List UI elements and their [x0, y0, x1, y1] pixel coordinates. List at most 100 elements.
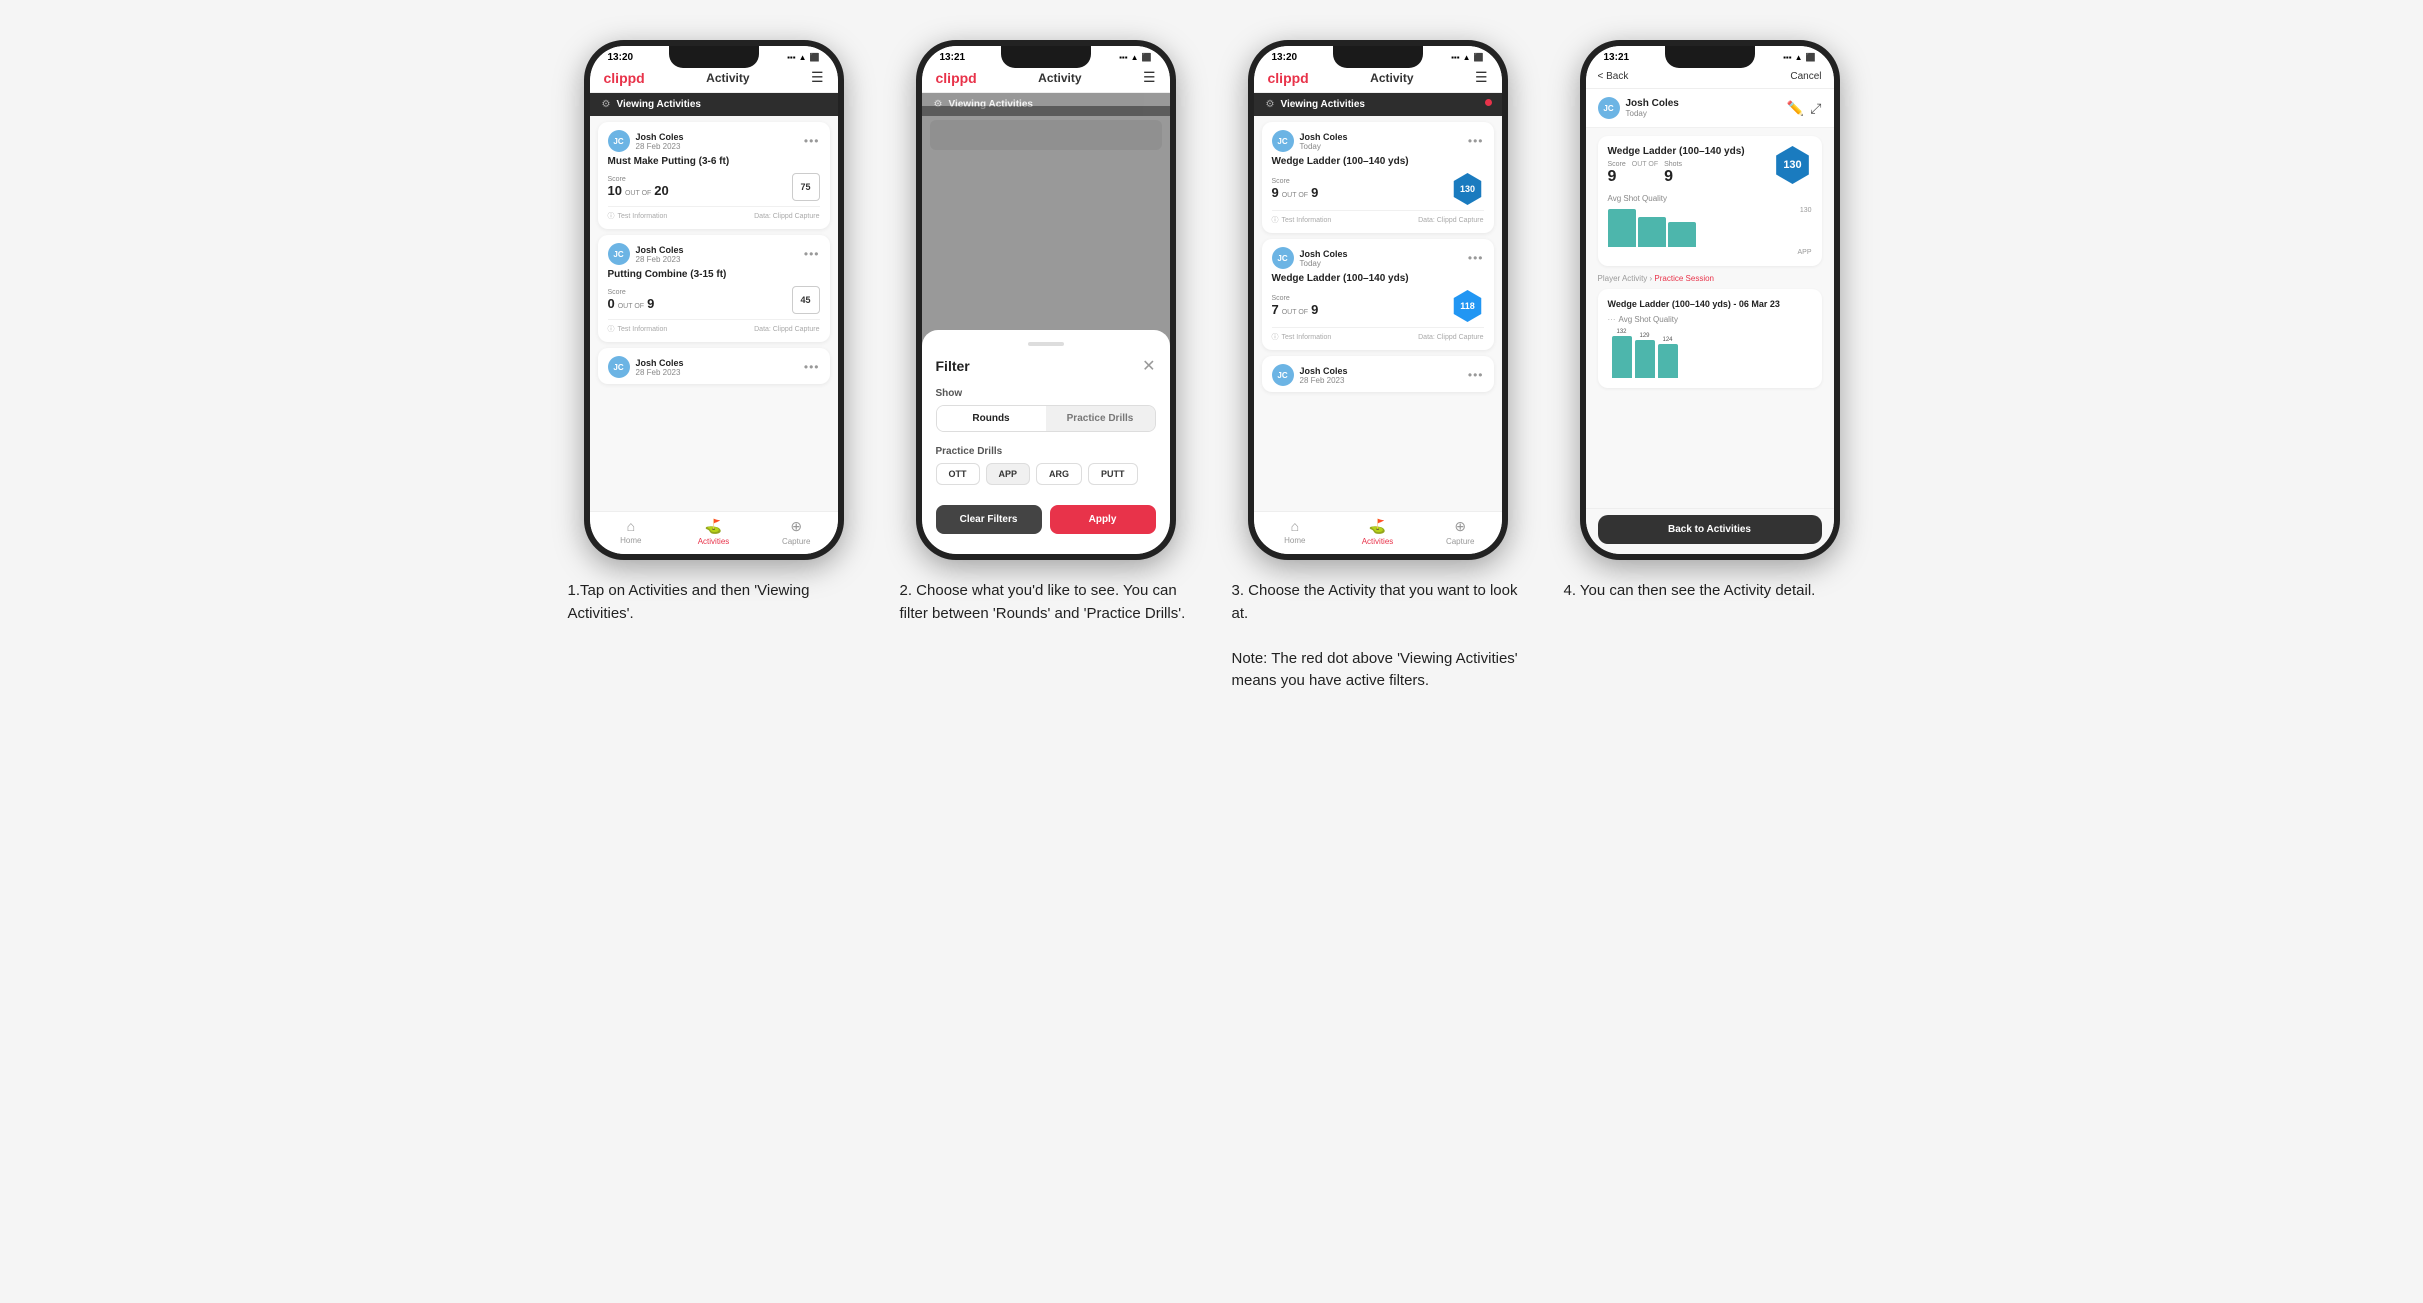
drills-label-2: Practice Drills — [936, 446, 1156, 457]
card-user-info-1-3: JC Josh Coles 28 Feb 2023 — [608, 356, 684, 378]
phone-notch-3 — [1333, 46, 1423, 68]
tab-rounds-2[interactable]: Rounds — [937, 406, 1046, 431]
user-date-1-3: 28 Feb 2023 — [636, 368, 684, 377]
filter-icon-3: ⚙ — [1266, 99, 1275, 110]
modal-close-2[interactable]: ✕ — [1142, 356, 1155, 376]
activity-card-3-1[interactable]: JC Josh Coles Today ••• Wedge Ladder (10… — [1262, 122, 1494, 233]
app-logo-3: clippd — [1268, 70, 1309, 86]
step-2-col: 13:21 ▪▪▪ ▲ ⬛ clippd Activity ☰ ⚙ View — [896, 40, 1196, 693]
user-date-4: Today — [1626, 109, 1679, 118]
nav-activities-3[interactable]: ⛳ Activities — [1336, 512, 1419, 554]
footer-data-1-1: Data: Clippd Capture — [754, 211, 819, 221]
nav-capture-1[interactable]: ⊕ Capture — [755, 512, 838, 554]
card-dots-1-1[interactable]: ••• — [804, 134, 820, 148]
nav-home-1[interactable]: ⌂ Home — [590, 512, 673, 554]
activity-card-1-1[interactable]: JC Josh Coles 28 Feb 2023 ••• Must Make … — [598, 122, 830, 229]
card-footer-3-1: ⓘ Test Information Data: Clippd Capture — [1272, 210, 1484, 225]
drill-app-2[interactable]: APP — [986, 463, 1031, 485]
activities-icon-3: ⛳ — [1369, 518, 1386, 535]
detail-header-4: < Back Cancel — [1586, 65, 1834, 89]
expand-icon-4[interactable]: ⤢ — [1810, 100, 1821, 117]
banner-text-1: Viewing Activities — [616, 99, 700, 110]
status-icons-3: ▪▪▪ ▲ ⬛ — [1451, 53, 1483, 62]
red-dot-3 — [1485, 99, 1492, 106]
user-details-4: Josh Coles Today — [1626, 98, 1679, 118]
card-dots-1-2[interactable]: ••• — [804, 247, 820, 261]
capture-icon-1: ⊕ — [790, 518, 802, 535]
back-to-activities-section-4: Back to Activities — [1586, 508, 1834, 554]
sub-chart-4: 132 129 124 — [1608, 328, 1812, 378]
user-details-1-2: Josh Coles 28 Feb 2023 — [636, 245, 684, 264]
nav-home-3[interactable]: ⌂ Home — [1254, 512, 1337, 554]
player-activity-row-4: Player Activity › Practice Session — [1598, 274, 1822, 283]
card-header-1-2: JC Josh Coles 28 Feb 2023 ••• — [608, 243, 820, 265]
quality-hex-3-1: 130 — [1452, 173, 1484, 205]
out-of-1-2: 0 OUT OF 9 — [608, 296, 655, 311]
drill-arg-2[interactable]: ARG — [1036, 463, 1082, 485]
activity-card-1-2[interactable]: JC Josh Coles 28 Feb 2023 ••• Putting Co… — [598, 235, 830, 342]
activity-list-1: JC Josh Coles 28 Feb 2023 ••• Must Make … — [590, 116, 838, 511]
activity-card-1-3[interactable]: JC Josh Coles 28 Feb 2023 ••• — [598, 348, 830, 384]
avg-shot-section-4: Avg Shot Quality 130 APP — [1608, 194, 1812, 256]
footer-info-3-2: ⓘ Test Information — [1272, 332, 1332, 342]
activity-card-3-3[interactable]: JC Josh Coles 28 Feb 2023 ••• — [1262, 356, 1494, 392]
tab-practice-2[interactable]: Practice Drills — [1046, 406, 1155, 431]
shots-val-3-2: 9 — [1311, 302, 1318, 317]
sub-bar-col-2: 129 — [1635, 333, 1655, 378]
card-dots-3-1[interactable]: ••• — [1468, 134, 1484, 148]
bar-1-4 — [1608, 209, 1636, 247]
avatar-1-1: JC — [608, 130, 630, 152]
card-title-3-1: Wedge Ladder (100–140 yds) — [1272, 156, 1484, 167]
hamburger-icon-3[interactable]: ☰ — [1475, 69, 1488, 86]
score-val-1-2: 0 — [608, 296, 615, 311]
header-title-1: Activity — [706, 71, 749, 85]
hamburger-icon-1[interactable]: ☰ — [811, 69, 824, 86]
viewing-banner-1[interactable]: ⚙ Viewing Activities — [590, 93, 838, 116]
sub-bar-col-1: 132 — [1612, 329, 1632, 378]
show-label-2: Show — [936, 388, 1156, 399]
nav-activities-label-3: Activities — [1362, 537, 1394, 546]
drill-ott-2[interactable]: OTT — [936, 463, 980, 485]
user-name-1-3: Josh Coles — [636, 358, 684, 368]
edit-icon-4[interactable]: ✏️ — [1787, 100, 1804, 117]
header-title-3: Activity — [1370, 71, 1413, 85]
quality-main-hex-4: 130 — [1774, 146, 1812, 184]
back-to-activities-btn-4[interactable]: Back to Activities — [1598, 515, 1822, 544]
hamburger-icon-2[interactable]: ☰ — [1143, 69, 1156, 86]
avg-shot-label-4: Avg Shot Quality — [1608, 194, 1812, 203]
sub-activity-title-4: Wedge Ladder (100–140 yds) - 06 Mar 23 — [1608, 299, 1812, 309]
outof-text-3-1: OUT OF — [1282, 192, 1308, 199]
status-icons-4: ▪▪▪ ▲ ⬛ — [1783, 53, 1815, 62]
card-dots-3-3[interactable]: ••• — [1468, 368, 1484, 382]
card-user-info-3-2: JC Josh Coles Today — [1272, 247, 1348, 269]
status-icons-1: ▪▪▪ ▲ ⬛ — [787, 53, 819, 62]
clear-filters-btn-2[interactable]: Clear Filters — [936, 505, 1042, 534]
nav-activities-1[interactable]: ⛳ Activities — [672, 512, 755, 554]
back-link-4[interactable]: < Back — [1598, 71, 1629, 82]
card-dots-3-2[interactable]: ••• — [1468, 251, 1484, 265]
card-dots-1-3[interactable]: ••• — [804, 360, 820, 374]
app-header-1: clippd Activity ☰ — [590, 65, 838, 93]
card-stats-3-2: Score 7 OUT OF 9 118 — [1272, 290, 1484, 322]
user-name-1-2: Josh Coles — [636, 245, 684, 255]
activity-card-3-2[interactable]: JC Josh Coles Today ••• Wedge Ladder (10… — [1262, 239, 1494, 350]
filter-tabs-2: Rounds Practice Drills — [936, 405, 1156, 432]
bottom-nav-3: ⌂ Home ⛳ Activities ⊕ Capture — [1254, 511, 1502, 554]
user-name-3-3: Josh Coles — [1300, 366, 1348, 376]
activity-list-3: JC Josh Coles Today ••• Wedge Ladder (10… — [1254, 116, 1502, 511]
chart-container-4: 130 — [1608, 207, 1812, 247]
nav-capture-3[interactable]: ⊕ Capture — [1419, 512, 1502, 554]
apply-btn-2[interactable]: Apply — [1050, 505, 1156, 534]
chart-max-4: 130 — [1800, 207, 1812, 214]
cancel-link-4[interactable]: Cancel — [1790, 71, 1821, 82]
card-title-1-1: Must Make Putting (3-6 ft) — [608, 156, 820, 167]
user-date-3-1: Today — [1300, 142, 1348, 151]
home-icon-3: ⌂ — [1291, 518, 1299, 534]
modal-title-2: Filter — [936, 358, 970, 374]
phone-1: 13:20 ▪▪▪ ▲ ⬛ clippd Activity ☰ ⚙ View — [584, 40, 844, 560]
phone-4: 13:21 ▪▪▪ ▲ ⬛ < Back Cancel JC — [1580, 40, 1840, 560]
drill-putt-2[interactable]: PUTT — [1088, 463, 1138, 485]
page-container: 13:20 ▪▪▪ ▲ ⬛ clippd Activity ☰ ⚙ View — [512, 40, 1912, 693]
viewing-banner-3[interactable]: ⚙ Viewing Activities — [1254, 93, 1502, 116]
out-of-3-1: 9 OUT OF 9 — [1272, 185, 1319, 200]
